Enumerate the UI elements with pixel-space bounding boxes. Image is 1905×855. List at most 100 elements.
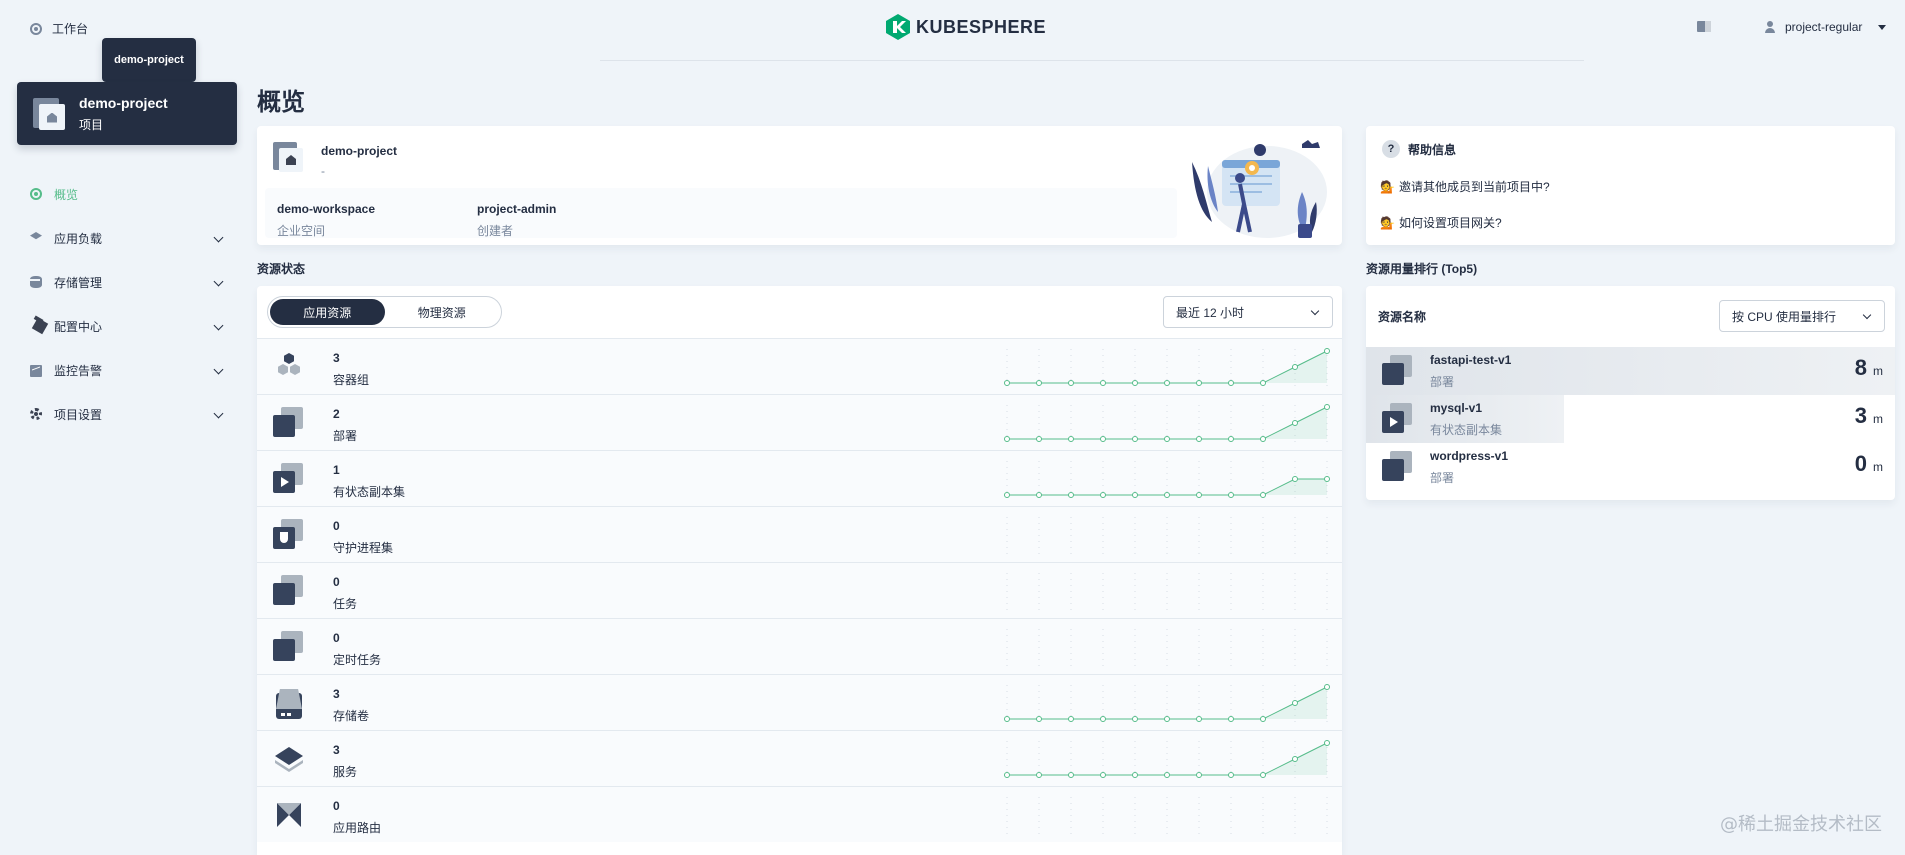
trend-chart	[1004, 684, 1330, 723]
config-icon	[31, 317, 49, 335]
person-tipping-hand-icon: 💁	[1380, 179, 1395, 194]
sidebar-item-overview[interactable]: 概览	[30, 172, 230, 216]
sidebar-item-monitor[interactable]: 监控告警	[30, 348, 230, 392]
trend-point	[1228, 380, 1234, 386]
top5-row[interactable]: mysql-v1 有状态副本集 3m	[1366, 395, 1895, 443]
trend-point	[1132, 436, 1138, 442]
trend-point	[1228, 492, 1234, 498]
project-meta: demo-workspace 企业空间 project-admin 创建者	[265, 188, 1177, 238]
statefulset-icon	[1382, 403, 1414, 435]
resource-label: 容器组	[333, 373, 370, 387]
top5-type: 部署	[1430, 375, 1455, 389]
tab-physical-resources[interactable]: 物理资源	[385, 299, 500, 325]
trend-point	[1132, 772, 1138, 778]
trend-chart	[1006, 629, 1328, 667]
trend-chart	[1004, 740, 1330, 779]
trend-chart	[1004, 461, 1330, 499]
sidebar-item-label: 项目设置	[54, 407, 103, 422]
help-link-invite[interactable]: 💁 邀请其他成员到当前项目中?	[1380, 178, 1550, 195]
person-tipping-hand-icon: 💁	[1380, 215, 1395, 230]
user-menu[interactable]: project-regular	[1765, 20, 1887, 34]
help-card: ? 帮助信息 💁 邀请其他成员到当前项目中? 💁 如何设置项目网关?	[1366, 126, 1895, 245]
trend-point	[1004, 492, 1010, 498]
trend-point	[1196, 716, 1202, 722]
time-range-select[interactable]: 最近 12 小时	[1163, 296, 1333, 328]
volume-icon	[273, 687, 305, 719]
trend-point	[1100, 492, 1106, 498]
trend-point	[1260, 772, 1266, 778]
trend-chart	[1004, 404, 1330, 443]
resource-label: 定时任务	[333, 653, 382, 667]
trend-point	[1100, 380, 1106, 386]
trend-point	[1100, 436, 1106, 442]
top5-row[interactable]: wordpress-v1 部署 0m	[1366, 443, 1895, 491]
resource-row-services[interactable]: 3 服务	[257, 730, 1342, 786]
resource-row-deployments[interactable]: 2 部署	[257, 394, 1342, 450]
top5-type: 部署	[1430, 471, 1455, 485]
tab-app-resources[interactable]: 应用资源	[270, 299, 385, 325]
trend-point	[1100, 772, 1106, 778]
workspace-value[interactable]: demo-workspace	[277, 202, 375, 216]
trend-point	[1068, 436, 1074, 442]
chevron-down-icon	[213, 408, 224, 419]
resource-row-routes[interactable]: 0 应用路由	[257, 786, 1342, 842]
project-icon	[33, 97, 65, 130]
resource-row-volumes[interactable]: 3 存储卷	[257, 674, 1342, 730]
project-name: demo-project	[321, 144, 398, 158]
help-link-gateway[interactable]: 💁 如何设置项目网关?	[1380, 214, 1502, 231]
trend-point	[1292, 364, 1298, 370]
chevron-down-icon	[1862, 310, 1872, 320]
chevron-down-icon	[213, 276, 224, 287]
resource-count: 3	[333, 687, 340, 701]
resource-status-label: 资源状态	[257, 262, 306, 276]
deployment-icon	[1382, 451, 1414, 483]
trend-point	[1100, 716, 1106, 722]
caret-down-icon	[1878, 24, 1887, 30]
resource-row-statefulsets[interactable]: 1 有状态副本集	[257, 450, 1342, 506]
workbench-link[interactable]: 工作台	[30, 20, 88, 37]
trend-point	[1164, 436, 1170, 442]
top-bar: 工作台 KUBESPHERE project-regular	[0, 0, 1905, 61]
resource-label: 守护进程集	[333, 541, 394, 555]
workbench-label: 工作台	[52, 22, 89, 36]
sidebar-item-storage[interactable]: 存储管理	[30, 260, 230, 304]
creator-key: 创建者	[477, 224, 514, 238]
top5-value: 3m	[1854, 403, 1883, 428]
trend-point	[1260, 716, 1266, 722]
watermark: @稀土掘金技术社区	[1720, 814, 1882, 835]
trend-point	[1036, 436, 1042, 442]
project-selector[interactable]: demo-project 项目	[17, 82, 237, 145]
resource-row-daemonsets[interactable]: 0 守护进程集	[257, 506, 1342, 562]
resource-label: 应用路由	[333, 821, 382, 835]
resource-label: 服务	[333, 765, 358, 779]
sidebar-item-app-workload[interactable]: 应用负载	[30, 216, 230, 260]
sort-select[interactable]: 按 CPU 使用量排行	[1719, 300, 1885, 332]
resource-label: 任务	[333, 597, 358, 611]
project-type: 项目	[79, 117, 104, 132]
kubesphere-logo[interactable]: KUBESPHERE	[886, 14, 1046, 40]
trend-point	[1228, 436, 1234, 442]
trend-chart	[1004, 348, 1330, 387]
resource-count: 0	[333, 799, 340, 813]
trend-point	[1260, 380, 1266, 386]
trend-point	[1068, 772, 1074, 778]
project-name: demo-project	[79, 94, 168, 111]
monitor-icon	[30, 365, 42, 377]
deployment-icon	[273, 407, 305, 439]
daemonset-icon	[273, 519, 305, 551]
sidebar-item-config[interactable]: 配置中心	[30, 304, 230, 348]
trend-point	[1164, 380, 1170, 386]
resource-count: 2	[333, 407, 340, 421]
creator-value: project-admin	[477, 202, 557, 216]
resource-row-pods[interactable]: 3 容器组	[257, 338, 1342, 394]
trend-point	[1164, 716, 1170, 722]
sidebar-item-label: 应用负载	[54, 231, 103, 246]
layout-toggle-icon[interactable]	[1697, 21, 1711, 32]
resource-count: 3	[333, 743, 340, 757]
resource-row-cronjobs[interactable]: 0 定时任务	[257, 618, 1342, 674]
chevron-down-icon	[213, 364, 224, 375]
sidebar-item-settings[interactable]: 项目设置	[30, 392, 230, 436]
top5-row[interactable]: fastapi-test-v1 部署 8m	[1366, 347, 1895, 395]
resource-row-jobs[interactable]: 0 任务	[257, 562, 1342, 618]
resource-count: 0	[333, 519, 340, 533]
